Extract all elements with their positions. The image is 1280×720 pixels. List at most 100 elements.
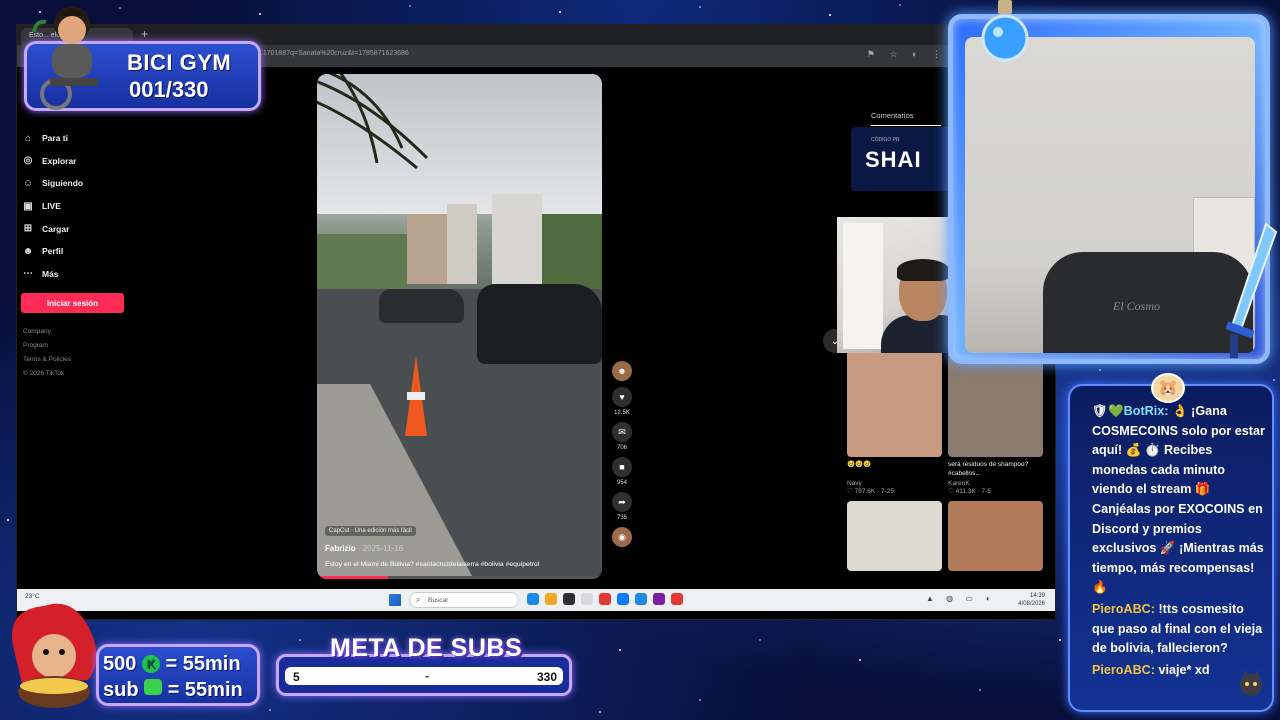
sidebar-footer: Company Program Terms & Policies © 2026 … <box>21 325 131 381</box>
more-icon: ⋯ <box>23 268 33 280</box>
taskbar-app-icon[interactable] <box>653 593 665 605</box>
upload-icon: ⊞ <box>23 223 33 235</box>
action-count: 706 <box>616 445 627 451</box>
windows-start-icon[interactable] <box>389 594 401 606</box>
creator-avatar[interactable]: ☻ <box>611 361 633 381</box>
sidebar-item-live[interactable]: ▣ LIVE <box>21 195 131 218</box>
bookmark-icon[interactable]: ■ <box>612 457 632 477</box>
taskbar-app-icon[interactable] <box>527 593 539 605</box>
chat-username[interactable]: BotRix: <box>1124 404 1169 418</box>
video-stats: ♡ 787.6K · 7-25 <box>847 488 895 495</box>
video-date: · 2025-11-16 <box>355 544 404 553</box>
video-thumbnail[interactable] <box>948 501 1043 571</box>
related-videos: 🥹🥹🥹 Navy ♡ 787.6K · 7-25 será residuos de s… <box>847 329 1052 571</box>
bot-badge-icon: 🛡💚 <box>1092 404 1124 418</box>
bookmark-action[interactable]: ■ 954 <box>611 457 633 486</box>
author-name[interactable]: Fabrizio <box>325 544 356 553</box>
sword-icon <box>1226 222 1278 358</box>
footer-link[interactable]: Company <box>23 325 131 339</box>
tab-comments[interactable]: Comentarios <box>871 111 914 120</box>
search-icon: ⌕ <box>416 595 421 604</box>
sidebar-item-label: Siguiendo <box>42 178 84 189</box>
heart-icon[interactable]: ♥ <box>612 387 632 407</box>
music-disc[interactable]: ◉ <box>611 527 633 547</box>
webcam-frame: El Cosmo <box>948 14 1270 364</box>
taskbar-app-icon[interactable] <box>563 593 575 605</box>
taskbar-apps <box>527 593 683 605</box>
video-author[interactable]: Fabrizio · 2025-11-16 <box>325 544 403 553</box>
taskbar-app-icon[interactable] <box>617 593 629 605</box>
sidebar-item-perfil[interactable]: ☻ Perfil <box>21 240 131 263</box>
footer-link[interactable]: Program <box>23 339 131 353</box>
share-action[interactable]: ➦ 735 <box>611 492 633 521</box>
login-button[interactable]: Iniciar sesión <box>21 293 124 314</box>
comment-icon[interactable]: ✉ <box>612 422 632 442</box>
music-disc-icon[interactable]: ◉ <box>612 527 632 547</box>
promo-big-text: SHAI <box>865 147 922 172</box>
sub-label: sub <box>103 679 139 701</box>
sub-goal-separator: - <box>425 669 429 683</box>
share-icon[interactable]: ➦ <box>612 492 632 512</box>
related-video-card[interactable]: 🥹🥹🥹 Navy ♡ 787.6K · 7-25 <box>847 329 942 495</box>
subs-rule-sub: sub = 55min <box>103 679 243 702</box>
clock[interactable]: 14:39 4/08/2026 <box>1018 592 1045 608</box>
tab-underline <box>871 125 941 126</box>
tiktok-sidebar: ⌂ Para ti ◎ Explorar ☺ Siguiendo ▣ LIVE ⊞ Cargar ☻… <box>21 127 131 381</box>
sidebar-item-explorar[interactable]: ◎ Explorar <box>21 150 131 173</box>
compass-icon: ◎ <box>23 155 33 167</box>
chat-messages: 🛡💚BotRix: 👌 ¡Gana COSMECOINS solo por es… <box>1092 402 1268 682</box>
video-creator[interactable]: KarenK <box>948 480 1043 487</box>
taskbar-app-icon[interactable] <box>581 593 593 605</box>
video-title[interactable]: será residuos de shampoo? #cabellos... <box>948 460 1043 480</box>
related-video-card[interactable] <box>847 501 942 571</box>
sidebar-item-cargar[interactable]: ⊞ Cargar <box>21 217 131 240</box>
taskbar-app-icon[interactable] <box>635 593 647 605</box>
tray-icons[interactable]: ▲ ◍ ▭ ◖ <box>926 594 995 603</box>
chat-panel: 🛡💚BotRix: 👌 ¡Gana COSMECOINS solo por es… <box>1068 384 1274 712</box>
subs-rule-kicks: 500 K = 55min <box>103 653 241 676</box>
promo-small-text: CÓDIGO PR <box>871 137 900 143</box>
video-progress[interactable] <box>317 576 602 579</box>
address-bar-icons[interactable]: ⚑ ☆ ◐ ⋮ <box>867 49 947 60</box>
footer-copyright: © 2026 TikTok <box>23 370 65 378</box>
captured-desktop: Esto... ele? #sa... + ...1701887q=Sanata… <box>16 24 1056 620</box>
taskbar-app-icon[interactable] <box>671 593 683 605</box>
clock-date: 4/08/2026 <box>1018 601 1045 607</box>
address-url[interactable]: ...1701887q=Sanata%20cruz&t=178587162368… <box>257 50 409 57</box>
subs-rules-box: 500 K = 55min sub = 55min <box>96 644 260 706</box>
related-video-card[interactable] <box>948 501 1043 571</box>
user-icon: ☻ <box>22 245 34 257</box>
cyclist-mascot <box>32 6 98 110</box>
sidebar-item-más[interactable]: ⋯ Más <box>21 263 131 286</box>
webcam-feed: El Cosmo <box>965 37 1255 353</box>
capcut-badge[interactable]: CapCut · Una edición más fácil <box>325 526 416 536</box>
taskbar-app-icon[interactable] <box>599 593 611 605</box>
sub-time: = 55min <box>167 679 243 701</box>
sidebar-item-label: Perfil <box>42 246 64 257</box>
chat-username[interactable]: PieroABC: <box>1092 663 1155 677</box>
taskbar-search[interactable]: ⌕ Buscar <box>409 592 519 608</box>
sub-goal-fill <box>285 667 290 685</box>
sidebar-item-para-ti[interactable]: ⌂ Para ti <box>21 127 131 150</box>
video-stats: ♡ 411.3K · 7-5 <box>948 488 991 495</box>
footer-link[interactable]: Terms & Policies <box>23 353 131 367</box>
parked-car <box>379 289 464 323</box>
sidebar-item-siguiendo[interactable]: ☺ Siguiendo <box>21 172 131 195</box>
weather-widget[interactable]: 23°C <box>25 593 40 600</box>
gift-icon <box>144 679 163 695</box>
clock-time: 14:39 <box>1029 593 1045 599</box>
video-player[interactable]: CapCut · Una edición más fácil Fabrizio … <box>317 74 602 579</box>
avatar[interactable]: ☻ <box>612 361 632 381</box>
video-title[interactable]: 🥹🥹🥹 <box>847 460 942 480</box>
heart-action[interactable]: ♥ 12.5K <box>611 387 633 416</box>
video-creator[interactable]: Navy <box>847 480 942 487</box>
comment-action[interactable]: ✉ 706 <box>611 422 633 451</box>
new-tab-icon[interactable]: + <box>141 27 148 41</box>
chat-username[interactable]: PieroABC: <box>1092 602 1155 616</box>
chat-text: 👌 ¡Gana COSMECOINS solo por estar aquí! … <box>1092 404 1265 595</box>
video-thumbnail[interactable] <box>847 501 942 571</box>
hamster-icon: 🐹 <box>1151 373 1185 403</box>
gym-count: 001/330 <box>129 77 209 102</box>
taskbar-app-icon[interactable] <box>545 593 557 605</box>
traffic-cone-band <box>407 392 425 400</box>
